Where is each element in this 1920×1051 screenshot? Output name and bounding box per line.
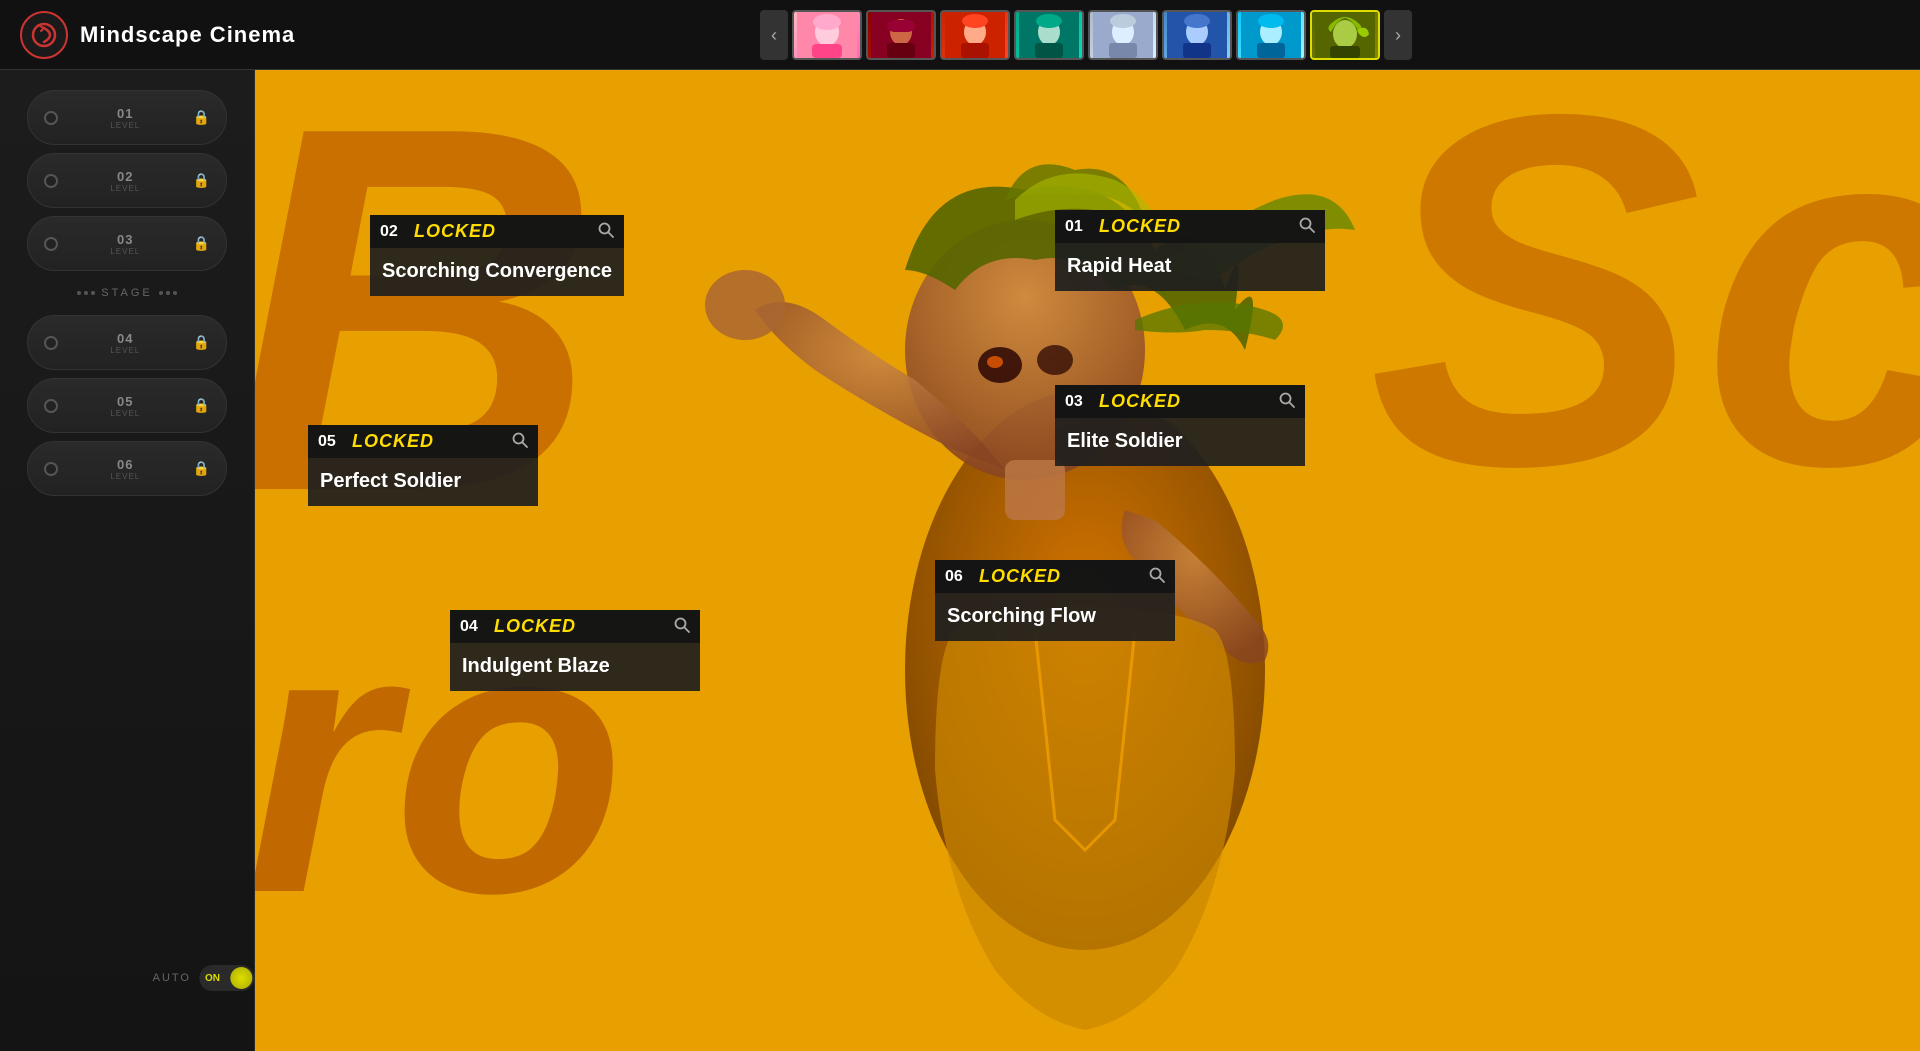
bg-letter-sc: Sc (1368, 70, 1920, 540)
toggle-on-label: ON (205, 973, 220, 984)
ep-04-header: 04 LOCKED (450, 610, 700, 643)
auto-toggle-pill[interactable]: ON (199, 965, 254, 991)
ep-03-locked-badge: LOCKED (1099, 391, 1273, 412)
ep-04-num: 04 (460, 618, 488, 636)
ep-01-search-icon[interactable] (1299, 217, 1315, 236)
sidebar-item-level-2[interactable]: 02 LEVEL 🔒 (27, 153, 227, 208)
char-thumb-8[interactable] (1310, 10, 1380, 60)
sidebar-item-level-5[interactable]: 05 LEVEL 🔒 (27, 378, 227, 433)
episode-card-05[interactable]: 05 LOCKED Perfect Soldier (308, 425, 538, 506)
char-nav-prev[interactable]: ‹ (760, 10, 788, 60)
char-thumb-3[interactable] (940, 10, 1010, 60)
episode-card-01[interactable]: 01 LOCKED Rapid Heat (1055, 210, 1325, 291)
header: Mindscape Cinema ‹ (0, 0, 1920, 70)
ep-03-title: Elite Soldier (1055, 418, 1305, 466)
auto-label: AUTO (153, 972, 191, 984)
sidebar-badge-3: 03 LEVEL (110, 232, 140, 256)
char-thumb-6[interactable] (1162, 10, 1232, 60)
sidebar-item-level-6[interactable]: 06 LEVEL 🔒 (27, 441, 227, 496)
char-thumb-5[interactable] (1088, 10, 1158, 60)
sidebar-item-level-1[interactable]: 01 LEVEL 🔒 (27, 90, 227, 145)
episode-card-06[interactable]: 06 LOCKED Scorching Flow (935, 560, 1175, 641)
ep-02-num: 02 (380, 223, 408, 241)
ep-02-header: 02 LOCKED (370, 215, 624, 248)
sidebar-num-3: 03 (117, 232, 133, 247)
ep-05-header: 05 LOCKED (308, 425, 538, 458)
char-thumb-1[interactable] (792, 10, 862, 60)
ep-01-title: Rapid Heat (1055, 243, 1325, 291)
sidebar-label-2: LEVEL (110, 184, 140, 193)
ep-01-header: 01 LOCKED (1055, 210, 1325, 243)
ep-02-locked-badge: LOCKED (414, 221, 592, 242)
episode-card-03[interactable]: 03 LOCKED Elite Soldier (1055, 385, 1305, 466)
sidebar-badge-4: 04 LEVEL (110, 331, 140, 355)
sidebar-dot-4 (44, 336, 58, 350)
lock-icon-6: 🔒 (193, 460, 210, 477)
sidebar-num-5: 05 (117, 394, 133, 409)
sidebar-dot-3 (44, 237, 58, 251)
stage-label: STAGE (77, 287, 176, 299)
logo-area: Mindscape Cinema (0, 11, 295, 59)
ep-02-search-icon[interactable] (598, 222, 614, 241)
ep-01-locked-badge: LOCKED (1099, 216, 1293, 237)
sidebar-dot-6 (44, 462, 58, 476)
sidebar-badge-5: 05 LEVEL (110, 394, 140, 418)
ep-04-locked-badge: LOCKED (494, 616, 668, 637)
sidebar-badge-6: 06 LEVEL (110, 457, 140, 481)
ep-06-num: 06 (945, 568, 973, 586)
ep-05-locked-badge: LOCKED (352, 431, 506, 452)
lock-icon-1: 🔒 (193, 109, 210, 126)
episode-card-02[interactable]: 02 LOCKED Scorching Convergence (370, 215, 624, 296)
ep-03-num: 03 (1065, 393, 1093, 411)
stage-dots-right (159, 291, 177, 295)
ep-06-header: 06 LOCKED (935, 560, 1175, 593)
ep-05-search-icon[interactable] (512, 432, 528, 451)
sidebar-label-6: LEVEL (110, 472, 140, 481)
sidebar-label-1: LEVEL (110, 121, 140, 130)
sidebar-num-4: 04 (117, 331, 133, 346)
char-thumb-2[interactable] (866, 10, 936, 60)
toggle-circle (230, 967, 252, 989)
ep-06-search-icon[interactable] (1149, 567, 1165, 586)
sidebar-num-2: 02 (117, 169, 133, 184)
lock-icon-5: 🔒 (193, 397, 210, 414)
ep-04-search-icon[interactable] (674, 617, 690, 636)
sidebar-dot-1 (44, 111, 58, 125)
sidebar-num-6: 06 (117, 457, 133, 472)
sidebar-label-3: LEVEL (110, 247, 140, 256)
sidebar-item-level-3[interactable]: 03 LEVEL 🔒 (27, 216, 227, 271)
episode-card-04[interactable]: 04 LOCKED Indulgent Blaze (450, 610, 700, 691)
sidebar-badge-2: 02 LEVEL (110, 169, 140, 193)
lock-icon-2: 🔒 (193, 172, 210, 189)
character-nav: ‹ (760, 10, 1412, 60)
stage-dots-left (77, 291, 95, 295)
ep-01-num: 01 (1065, 218, 1093, 236)
auto-toggle-area: AUTO ON (153, 965, 254, 991)
char-thumb-7[interactable] (1236, 10, 1306, 60)
lock-icon-3: 🔒 (193, 235, 210, 252)
ep-03-header: 03 LOCKED (1055, 385, 1305, 418)
ep-06-locked-badge: LOCKED (979, 566, 1143, 587)
lock-icon-4: 🔒 (193, 334, 210, 351)
char-nav-next[interactable]: › (1384, 10, 1412, 60)
ep-04-title: Indulgent Blaze (450, 643, 700, 691)
ep-03-search-icon[interactable] (1279, 392, 1295, 411)
logo-icon[interactable] (20, 11, 68, 59)
char-thumb-4[interactable] (1014, 10, 1084, 60)
sidebar: 01 LEVEL 🔒 02 LEVEL 🔒 03 LEVEL 🔒 STAGE 0… (0, 70, 255, 1051)
ep-05-title: Perfect Soldier (308, 458, 538, 506)
sidebar-label-5: LEVEL (110, 409, 140, 418)
sidebar-badge-1: 01 LEVEL (110, 106, 140, 130)
ep-02-title: Scorching Convergence (370, 248, 624, 296)
sidebar-dot-5 (44, 399, 58, 413)
sidebar-item-level-4[interactable]: 04 LEVEL 🔒 (27, 315, 227, 370)
sidebar-label-4: LEVEL (110, 346, 140, 355)
sidebar-num-1: 01 (117, 106, 133, 121)
main-content: B ro Sc (255, 70, 1920, 1051)
app-title: Mindscape Cinema (80, 22, 295, 48)
sidebar-dot-2 (44, 174, 58, 188)
ep-05-num: 05 (318, 433, 346, 451)
ep-06-title: Scorching Flow (935, 593, 1175, 641)
